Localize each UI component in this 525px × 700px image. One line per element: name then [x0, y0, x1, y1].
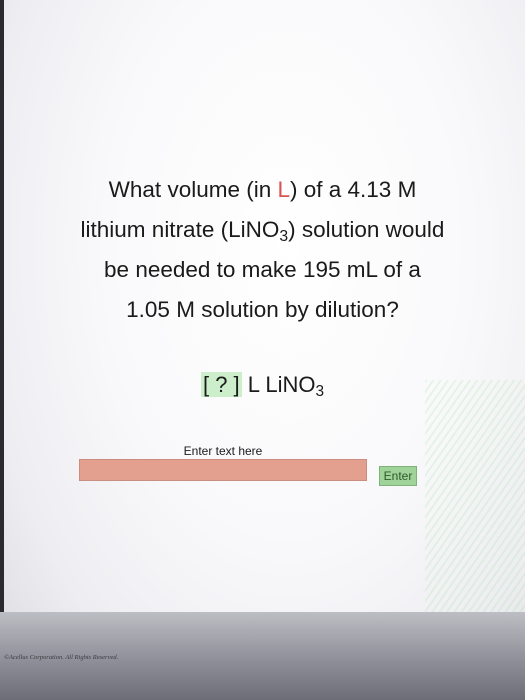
subscript: 3 — [279, 228, 289, 245]
question-line-4: 1.05 M solution by dilution? — [126, 297, 399, 322]
question-line-2: lithium nitrate (LiNO3) solution would — [10, 210, 515, 250]
copyright-text: ©Acellus Corporation. All Rights Reserve… — [4, 654, 119, 661]
question-line-3: be needed to make 195 mL of a — [104, 257, 421, 282]
question-line-1-b: ) of a 4.13 M — [290, 177, 417, 202]
question-line-1: What volume (in L) of a 4.13 M — [10, 170, 515, 210]
question-line-1-a: What volume (in — [108, 177, 278, 202]
answer-unit-subscript: 3 — [315, 383, 325, 400]
question-text: What volume (in L) of a 4.13 M lithium n… — [10, 170, 515, 330]
answer-input[interactable] — [79, 459, 367, 481]
answer-template: [ ? ] L LiNO3 — [0, 372, 525, 400]
answer-blank: [ ? ] — [200, 372, 242, 397]
question-line-2-b: ) solution would — [288, 217, 445, 242]
answer-unit: L LiNO — [247, 372, 316, 397]
screen-bezel — [0, 0, 4, 612]
moire-overlay — [425, 380, 525, 612]
unit-highlight: L — [277, 177, 290, 202]
input-label: Enter text here — [183, 444, 263, 458]
enter-button[interactable]: Enter — [379, 466, 417, 486]
question-line-2-a: lithium nitrate (LiNO — [80, 217, 280, 242]
